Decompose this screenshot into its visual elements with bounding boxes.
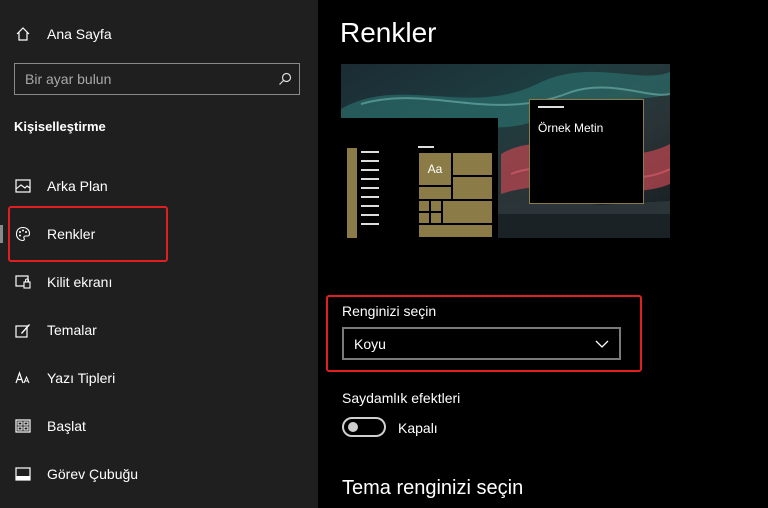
preview-sample-text: Örnek Metin xyxy=(538,121,604,135)
preview-tile xyxy=(418,224,493,238)
sidebar-item-label: Kilit ekranı xyxy=(47,274,113,290)
preview-tiles: Aa xyxy=(418,152,493,238)
sidebar-item-background[interactable]: Arka Plan xyxy=(0,164,318,208)
preview-tile xyxy=(452,152,493,176)
preview-tile xyxy=(418,212,430,224)
section-title: Kişiselleştirme xyxy=(14,119,106,134)
transparency-state: Kapalı xyxy=(398,420,438,436)
preview-tile-large: Aa xyxy=(418,152,452,186)
preview-tile xyxy=(418,200,430,212)
preview-tile xyxy=(430,200,442,212)
highlight-box-color-mode xyxy=(326,295,642,372)
preview-window: Örnek Metin xyxy=(529,99,644,204)
sidebar-item-label: Yazı Tipleri xyxy=(47,370,116,386)
preview-window-titlebar-line xyxy=(538,106,564,108)
preview-tile xyxy=(430,212,442,224)
search-input[interactable] xyxy=(15,71,271,87)
taskbar-icon xyxy=(14,465,32,483)
sidebar-item-taskbar[interactable]: Görev Çubuğu xyxy=(0,452,318,496)
preview-list-lines xyxy=(361,148,379,238)
page-title: Renkler xyxy=(340,17,437,48)
sidebar-item-lock-screen[interactable]: Kilit ekranı xyxy=(0,260,318,304)
start-icon xyxy=(14,417,32,435)
search-box[interactable] xyxy=(14,63,300,95)
accent-color-heading: Tema renginizi seçin xyxy=(342,477,524,499)
picture-icon xyxy=(14,177,32,195)
lock-screen-icon xyxy=(14,273,32,291)
toggle-knob xyxy=(348,422,358,432)
highlight-box-colors xyxy=(8,206,168,262)
sidebar-item-label: Görev Çubuğu xyxy=(47,466,139,482)
search-icon[interactable] xyxy=(271,72,299,86)
preview-tile xyxy=(452,176,493,200)
preview-tile-header xyxy=(418,146,434,148)
themes-icon xyxy=(14,321,32,339)
preview-start-menu: Aa xyxy=(341,118,498,238)
preview-tile-text: Aa xyxy=(427,162,443,176)
sidebar: Ana Sayfa Kişiselleştirme Arka Plan Renk… xyxy=(0,0,318,508)
home-icon xyxy=(14,25,32,43)
sidebar-item-label: Temalar xyxy=(47,322,97,338)
preview-tile xyxy=(442,200,493,224)
sidebar-item-label: Arka Plan xyxy=(47,178,108,194)
sidebar-item-themes[interactable]: Temalar xyxy=(0,308,318,352)
nav-home-label: Ana Sayfa xyxy=(47,26,112,42)
sidebar-item-fonts[interactable]: Yazı Tipleri xyxy=(0,356,318,400)
preview-tile xyxy=(418,186,452,200)
fonts-icon xyxy=(14,369,32,387)
sidebar-item-start[interactable]: Başlat xyxy=(0,404,318,448)
sidebar-item-label: Başlat xyxy=(47,418,86,434)
preview-app-list xyxy=(347,148,357,238)
nav-home[interactable]: Ana Sayfa xyxy=(0,14,318,54)
transparency-label: Saydamlık efektleri xyxy=(342,390,461,406)
transparency-toggle[interactable] xyxy=(342,417,386,437)
